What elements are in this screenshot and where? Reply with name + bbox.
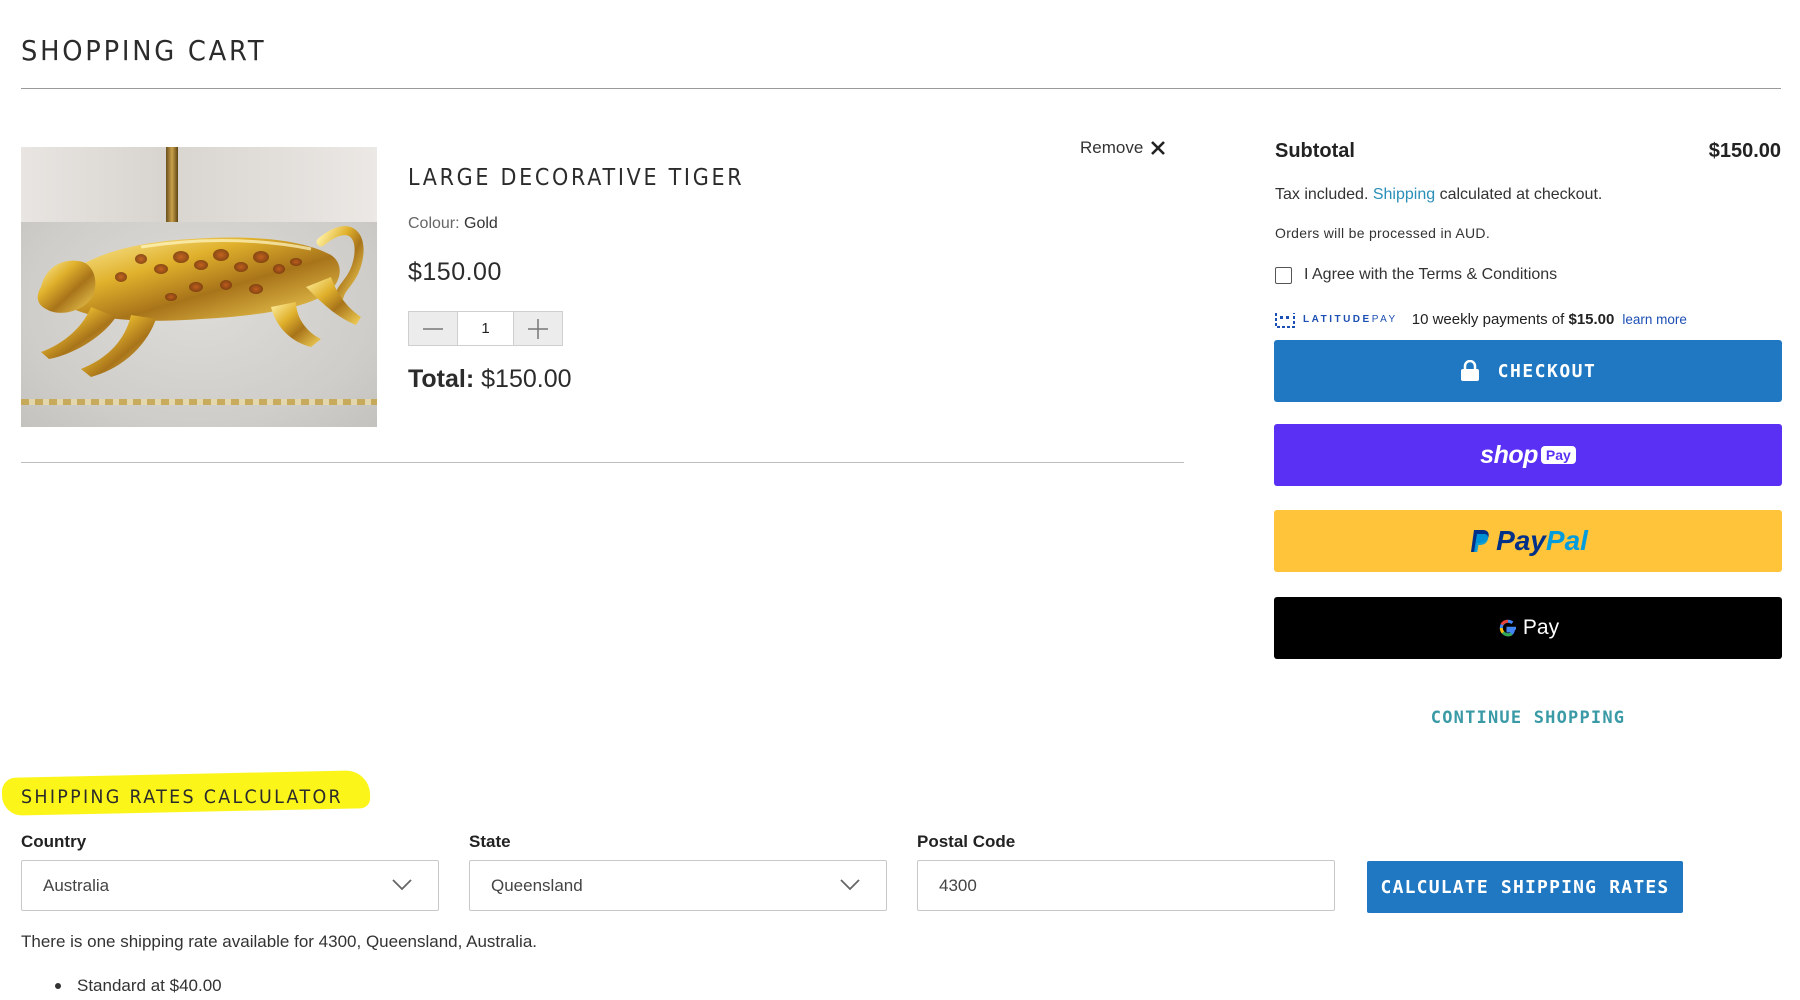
close-icon <box>1151 141 1166 155</box>
checkout-label: CHECKOUT <box>1497 360 1597 382</box>
paypal-icon <box>1471 530 1489 552</box>
product-image[interactable] <box>21 147 377 427</box>
minus-icon <box>423 327 444 330</box>
lock-icon <box>1460 360 1479 381</box>
shipping-rate-message: There is one shipping rate available for… <box>21 932 537 951</box>
paypal-button[interactable]: PayPal <box>1274 510 1782 572</box>
latitude-pay-banner: LATITUDEPAY 10 weekly payments of $15.00… <box>1275 311 1687 328</box>
remove-item-button[interactable]: Remove <box>1080 138 1166 158</box>
latitude-amount: $15.00 <box>1568 311 1615 328</box>
checkout-button[interactable]: CHECKOUT <box>1274 340 1782 402</box>
postal-code-value: 4300 <box>939 875 977 895</box>
calculate-shipping-rates-button[interactable]: CALCULATE SHIPPING RATES <box>1367 861 1683 913</box>
plus-icon <box>527 318 548 339</box>
google-pay-button[interactable]: Pay <box>1274 597 1782 659</box>
tax-note: Tax included. Shipping calculated at che… <box>1275 186 1602 204</box>
terms-label[interactable]: I Agree with the Terms & Conditions <box>1304 266 1557 284</box>
continue-shopping-link[interactable]: CONTINUE SHOPPING <box>1274 708 1782 728</box>
page-title: SHOPPING CART <box>21 34 267 67</box>
product-name[interactable]: LARGE DECORATIVE TIGER <box>408 165 744 191</box>
subtotal-value: $150.00 <box>1708 140 1781 162</box>
shipping-link[interactable]: Shipping <box>1373 186 1435 203</box>
country-value: Australia <box>43 875 110 895</box>
google-g-icon <box>1499 619 1516 637</box>
shop-pay-logo-text: shop <box>1480 440 1538 469</box>
state-value: Queensland <box>491 875 583 895</box>
cart-item-divider <box>21 462 1184 463</box>
colour-label: Colour: <box>408 215 460 232</box>
learn-more-link[interactable]: learn more <box>1622 312 1687 327</box>
quantity-input[interactable]: 1 <box>457 312 514 345</box>
latitude-logo-text: LATITUDEPAY <box>1303 314 1398 325</box>
terms-checkbox[interactable] <box>1275 266 1292 284</box>
postal-code-label: Postal Code <box>917 832 1016 851</box>
decrease-quantity-button[interactable] <box>409 312 458 345</box>
bullet-icon <box>55 983 61 989</box>
state-select[interactable]: Queensland <box>469 860 887 911</box>
google-pay-label: Pay <box>1522 616 1560 639</box>
shipping-calculator-title: SHIPPING RATES CALCULATOR <box>21 786 343 808</box>
terms-agreement: I Agree with the Terms & Conditions <box>1275 266 1557 284</box>
product-variant: Colour: Gold <box>408 215 498 233</box>
subtotal-label: Subtotal <box>1275 140 1355 162</box>
chevron-down-icon <box>392 879 412 891</box>
postal-code-input[interactable]: 4300 <box>917 860 1335 911</box>
tiger-figurine-graphic <box>37 226 364 377</box>
line-item-total: Total: $150.00 <box>408 365 572 394</box>
title-divider <box>21 88 1781 89</box>
product-price: $150.00 <box>408 258 502 286</box>
latitude-logo-icon <box>1275 312 1295 328</box>
list-item: Standard at $40.00 <box>55 976 222 996</box>
colour-value: Gold <box>464 215 498 232</box>
currency-note: Orders will be processed in AUD. <box>1275 225 1491 241</box>
total-value: $150.00 <box>481 365 572 393</box>
increase-quantity-button[interactable] <box>513 312 562 345</box>
quantity-stepper: 1 <box>408 311 563 346</box>
shop-pay-button[interactable]: shop Pay <box>1274 424 1782 486</box>
paypal-logo-text: PayPal <box>1496 525 1588 556</box>
shop-pay-badge: Pay <box>1540 446 1576 464</box>
latitude-message: 10 weekly payments of $15.00 <box>1411 311 1615 328</box>
shipping-rate-text: Standard at $40.00 <box>77 976 222 995</box>
total-label: Total: <box>408 365 475 393</box>
tax-suffix: calculated at checkout. <box>1439 186 1603 203</box>
state-label: State <box>469 832 511 851</box>
country-select[interactable]: Australia <box>21 860 439 911</box>
tax-prefix: Tax included. <box>1275 186 1369 203</box>
remove-label: Remove <box>1080 138 1144 157</box>
chevron-down-icon <box>840 879 860 891</box>
country-label: Country <box>21 832 87 851</box>
